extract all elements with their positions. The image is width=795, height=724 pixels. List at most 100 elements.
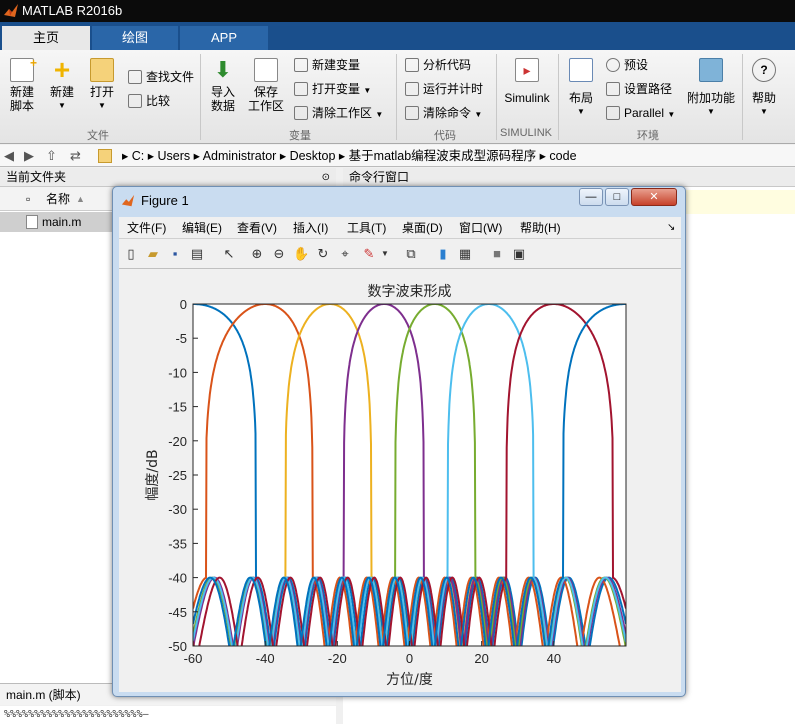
breadcrumb-item[interactable]: Desktop — [290, 149, 336, 163]
file-details-preview: %%%%%%%%%%%%%%%%%%%%%%%— — [0, 706, 336, 724]
y-tick-label: -5 — [175, 331, 187, 346]
zoom-out-icon[interactable]: ⊖ — [271, 246, 287, 262]
forward-arrow-icon[interactable]: ▶ — [24, 145, 34, 167]
addons-button[interactable]: 附加功能 ▼ — [686, 58, 736, 119]
open-button[interactable]: 打开 ▼ — [86, 58, 118, 113]
ribbon-divider — [200, 54, 201, 140]
tab-plots[interactable]: 绘图 — [92, 26, 178, 50]
compare-icon — [128, 94, 142, 108]
breadcrumb-item[interactable]: Administrator — [203, 149, 277, 163]
breadcrumb-item[interactable]: Users — [157, 149, 190, 163]
open-variable-icon — [294, 82, 308, 96]
pointer-icon[interactable]: ↖ — [221, 246, 237, 262]
open-file-icon[interactable]: ▰ — [145, 246, 161, 262]
name-column-header[interactable]: 名称 — [46, 187, 70, 211]
breadcrumb: ▸ C: ▸ Users ▸ Administrator ▸ Desktop ▸… — [122, 149, 577, 163]
x-tick-label: 40 — [547, 651, 561, 666]
folder-icon — [98, 149, 112, 163]
link-plot-icon[interactable]: ⧉ — [403, 246, 419, 262]
layout-button[interactable]: 布局 ▼ — [564, 58, 598, 119]
print-icon[interactable]: ▤ — [189, 246, 205, 262]
matlab-logo-icon — [4, 4, 18, 17]
new-button[interactable]: + 新建 ▼ — [46, 56, 78, 113]
legend-icon[interactable]: ▦ — [457, 246, 473, 262]
figure-menu-bar: 文件(F) 编辑(E) 查看(V) 插入(I) 工具(T) 桌面(D) 窗口(W… — [119, 217, 681, 239]
up-folder-icon[interactable]: ⇧ — [46, 145, 57, 167]
dock-arrow-icon[interactable]: ↘ — [667, 217, 675, 239]
simulink-button[interactable]: ▸ Simulink — [500, 58, 554, 105]
browse-folder-icon[interactable]: ⇄ — [70, 145, 81, 167]
menu-window[interactable]: 窗口(W) — [459, 217, 502, 239]
clear-workspace-button[interactable]: 清除工作区 ▼ — [294, 104, 383, 124]
y-tick-label: -45 — [168, 605, 187, 620]
ribbon-toolbar: + 新建 脚本 + 新建 ▼ 打开 ▼ 查找文件 比较 文件 ⬇ 导入 数据 保存 … — [0, 50, 795, 144]
breadcrumb-item[interactable]: 基于matlab编程波束成型源码程序 — [349, 149, 537, 163]
clear-workspace-icon — [294, 106, 308, 120]
import-data-button[interactable]: ⬇ 导入 数据 — [206, 57, 240, 114]
new-variable-button[interactable]: 新建变量 — [294, 56, 360, 76]
data-cursor-icon[interactable]: ⌖ — [337, 246, 353, 262]
help-button[interactable]: ? 帮助 ▼ — [748, 58, 780, 119]
brush-icon[interactable]: ✎ — [361, 246, 377, 262]
run-and-time-button[interactable]: 运行并计时 — [405, 80, 483, 100]
layout-icon — [569, 58, 593, 82]
minimize-button[interactable]: — — [579, 188, 603, 206]
import-icon: ⬇ — [213, 57, 233, 82]
show-plot-tools-icon[interactable]: ▣ — [511, 246, 527, 262]
menu-help[interactable]: 帮助(H) — [520, 217, 561, 239]
open-variable-button[interactable]: 打开变量 ▼ — [294, 80, 371, 100]
x-tick-label: 20 — [474, 651, 488, 666]
new-script-button[interactable]: + 新建 脚本 — [4, 56, 40, 113]
run-and-time-icon — [405, 82, 419, 96]
save-workspace-button[interactable]: 保存 工作区 — [246, 58, 286, 113]
maximize-button[interactable]: □ — [605, 188, 629, 206]
beam-pattern-chart: -60 -40 -20 0 20 400-5-10-15-20-25-30-35-40-4… — [145, 284, 627, 688]
chart-title: 数字波束形成 — [368, 284, 452, 300]
menu-tools[interactable]: 工具(T) — [347, 217, 386, 239]
y-tick-label: 0 — [180, 297, 187, 312]
folder-icon — [90, 58, 114, 82]
figure-title: Figure 1 — [141, 193, 189, 208]
simulink-icon: ▸ — [515, 58, 539, 82]
addons-icon — [699, 58, 723, 82]
panel-menu-icon[interactable]: ⊙ — [322, 168, 330, 187]
menu-desktop[interactable]: 桌面(D) — [402, 217, 443, 239]
menu-file[interactable]: 文件(F) — [127, 217, 166, 239]
ribbon-tab-bar: 主页 绘图 APP — [0, 22, 795, 50]
rotate-3d-icon[interactable]: ↻ — [315, 246, 331, 262]
app-title-bar: MATLAB R2016b — [0, 0, 795, 22]
colorbar-icon[interactable]: ▮ — [435, 246, 451, 262]
command-window-header: 命令行窗口 — [343, 168, 795, 187]
hide-plot-tools-icon[interactable]: ■ — [489, 246, 505, 262]
menu-insert[interactable]: 插入(I) — [293, 217, 328, 239]
tab-apps[interactable]: APP — [180, 26, 268, 50]
back-arrow-icon[interactable]: ◀ — [4, 145, 14, 167]
parallel-button[interactable]: Parallel ▼ — [606, 104, 675, 124]
ribbon-divider — [558, 54, 559, 140]
save-icon[interactable]: ▪ — [167, 246, 183, 262]
clear-commands-button[interactable]: 清除命令 ▼ — [405, 104, 482, 124]
zoom-in-icon[interactable]: ⊕ — [249, 246, 265, 262]
new-figure-icon[interactable]: ▯ — [123, 246, 139, 262]
breadcrumb-item[interactable]: code — [549, 149, 576, 163]
command-window-title: 命令行窗口 — [349, 170, 410, 184]
analyze-code-button[interactable]: 分析代码 — [405, 56, 471, 76]
y-tick-label: -15 — [168, 400, 187, 415]
close-button[interactable]: ✕ — [631, 188, 677, 206]
tab-home[interactable]: 主页 — [2, 26, 90, 50]
menu-edit[interactable]: 编辑(E) — [182, 217, 222, 239]
y-tick-label: -30 — [168, 502, 187, 517]
compare-button[interactable]: 比较 — [128, 92, 170, 112]
menu-view[interactable]: 查看(V) — [237, 217, 277, 239]
preferences-button[interactable]: 预设 — [606, 56, 648, 76]
file-name: main.m — [42, 215, 82, 229]
set-path-button[interactable]: 设置路径 — [606, 80, 672, 100]
pan-hand-icon[interactable]: ✋ — [293, 246, 309, 262]
breadcrumb-item[interactable]: C: — [132, 149, 145, 163]
y-tick-label: -25 — [168, 468, 187, 483]
x-tick-label: -20 — [328, 651, 347, 666]
gear-icon — [606, 58, 620, 72]
section-code-label: 代码 — [434, 130, 456, 142]
brush-dropdown-icon[interactable]: ▼ — [377, 246, 393, 262]
find-files-button[interactable]: 查找文件 — [128, 68, 194, 88]
